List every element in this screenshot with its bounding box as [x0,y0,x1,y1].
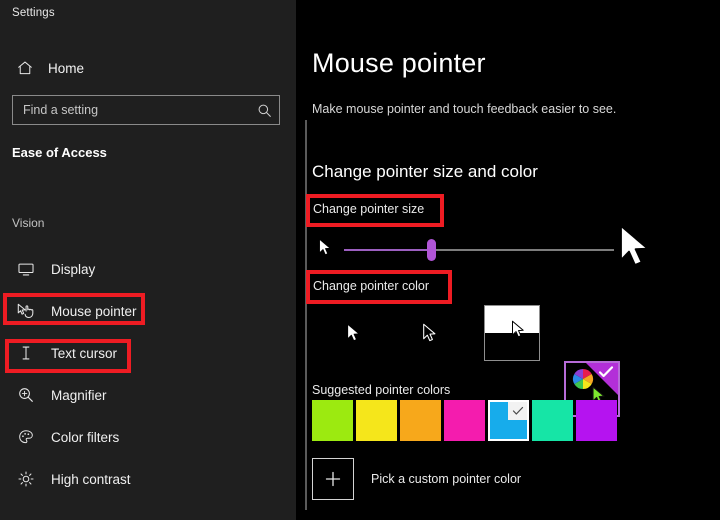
pick-custom-color-button[interactable] [312,458,354,500]
swatch-green[interactable] [312,400,353,441]
sidebar-item-magnifier[interactable]: Magnifier [0,374,296,416]
swatch-magenta[interactable] [444,400,485,441]
suggested-color-swatches [312,400,617,441]
magnifier-icon [16,386,35,405]
window-title: Settings [12,7,55,19]
large-cursor-icon [618,224,652,277]
sidebar-nav-list: Display Mouse pointer Text cursor Magnif… [0,248,296,500]
sidebar-item-high-contrast[interactable]: High contrast [0,458,296,500]
pointer-option-black[interactable] [402,305,458,361]
swatch-check-notch [508,402,527,420]
slider-thumb[interactable] [427,239,436,261]
search-button[interactable] [249,96,279,124]
sidebar-item-color-filters-label: Color filters [51,429,120,445]
check-icon [512,406,523,415]
sidebar-item-home-label: Home [48,60,85,76]
main-content: Mouse pointer Make mouse pointer and tou… [296,0,720,520]
palette-icon [16,428,35,447]
pointer-color-options [312,305,620,417]
brightness-icon [16,470,35,489]
pointer-size-slider[interactable] [308,225,688,274]
slider-track-fill [344,249,430,251]
sidebar-item-text-cursor[interactable]: Text cursor [0,332,296,374]
search-input[interactable] [13,96,249,124]
change-pointer-color-label: Change pointer color [313,279,430,293]
sidebar-section-title: Ease of Access [12,145,107,160]
plus-icon [325,471,341,487]
section-heading-pointer-size-color: Change pointer size and color [312,162,538,181]
monitor-icon [16,260,35,279]
swatch-orange[interactable] [400,400,441,441]
pointer-option-inverted[interactable] [484,305,540,361]
sidebar-item-display-label: Display [51,261,96,277]
pick-custom-color-label: Pick a custom pointer color [371,472,522,486]
sidebar-group-label: Vision [12,216,45,230]
sidebar: Settings Home Ease of Access Vision [0,0,296,520]
sidebar-item-color-filters[interactable]: Color filters [0,416,296,458]
small-cursor-icon [318,238,333,263]
sidebar-item-display[interactable]: Display [0,248,296,290]
swatch-yellow[interactable] [356,400,397,441]
suggested-colors-label: Suggested pointer colors [312,383,451,397]
page-title: Mouse pointer [312,48,486,78]
search-box[interactable] [12,95,280,125]
text-cursor-icon [16,344,35,363]
sidebar-item-text-cursor-label: Text cursor [51,345,118,361]
swatch-purple[interactable] [576,400,617,441]
settings-window: Settings Home Ease of Access Vision [0,0,720,520]
mouse-pointer-icon [16,302,35,321]
content-scrollbar[interactable] [305,120,307,510]
change-pointer-size-label: Change pointer size [313,202,425,216]
sidebar-item-mouse-pointer-label: Mouse pointer [51,303,137,319]
sidebar-item-home[interactable]: Home [8,52,280,84]
sidebar-item-high-contrast-label: High contrast [51,471,131,487]
swatch-blue[interactable] [488,400,529,441]
home-icon [16,59,34,77]
custom-color-row: Pick a custom pointer color [312,458,521,500]
sidebar-item-magnifier-label: Magnifier [51,387,107,403]
page-subtitle: Make mouse pointer and touch feedback ea… [312,102,617,116]
search-icon [258,104,271,117]
swatch-teal[interactable] [532,400,573,441]
inverted-cursor-icon [511,320,526,345]
sidebar-item-mouse-pointer[interactable]: Mouse pointer [0,290,296,332]
pointer-option-white[interactable] [326,305,382,361]
